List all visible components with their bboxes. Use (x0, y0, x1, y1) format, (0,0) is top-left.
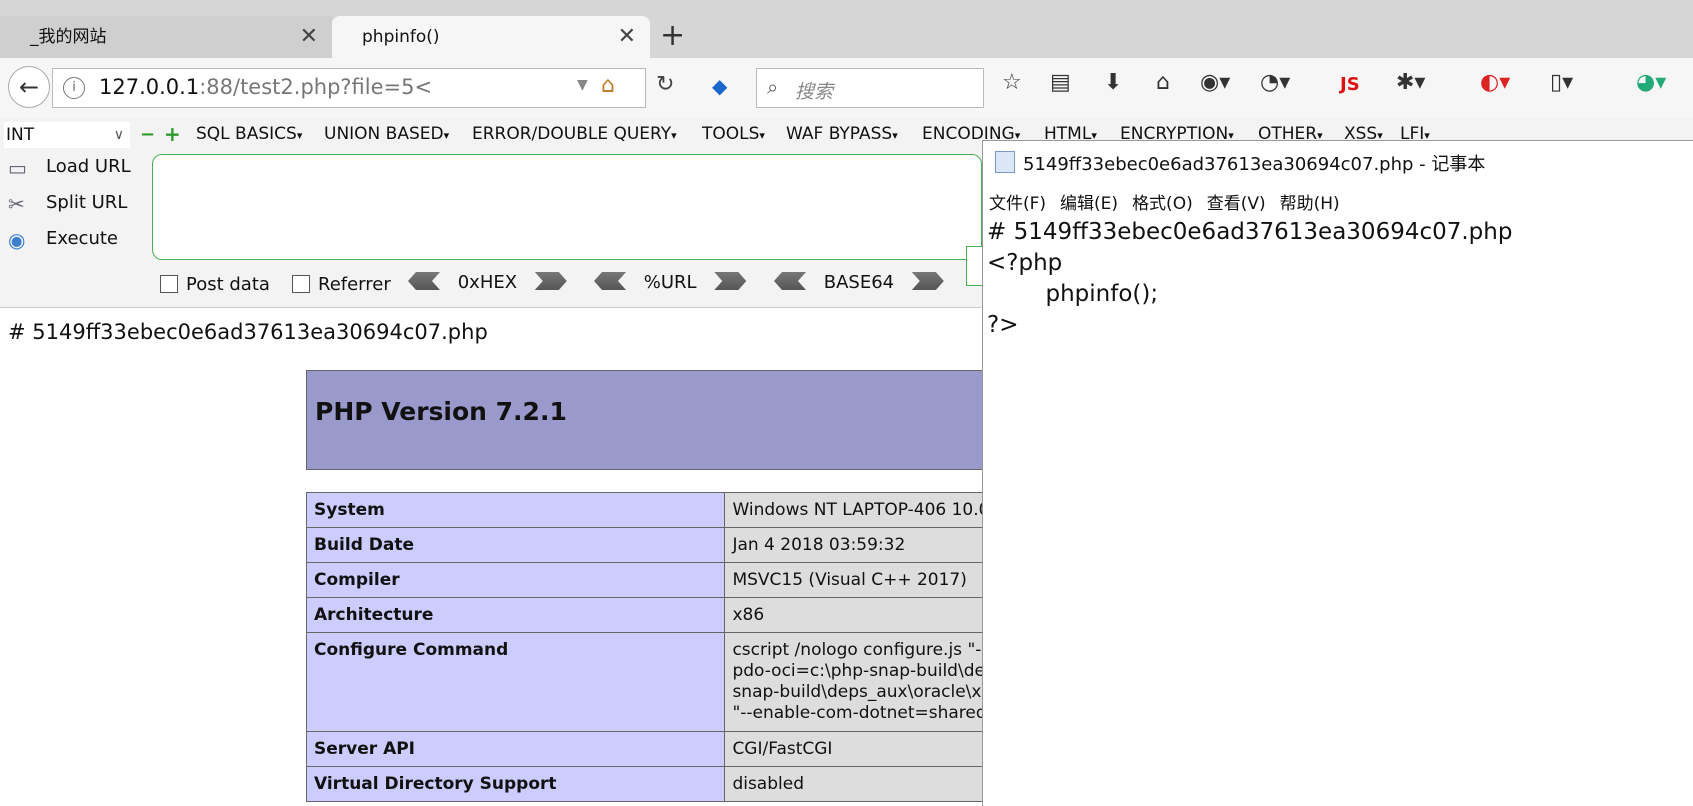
tab-my-site[interactable]: _我的网站 ✕ (0, 16, 332, 58)
left-arrow-icon[interactable] (594, 272, 626, 290)
menu-file[interactable]: 文件(F) (989, 194, 1046, 214)
bug-icon[interactable]: ✱▾ (1396, 70, 1425, 95)
phpinfo-table: System Windows NT LAPTOP-406 10.0 Build D… (305, 492, 1006, 802)
post-data-checkbox[interactable]: Post data (160, 274, 270, 295)
reading-list-icon[interactable]: ▤ (1050, 70, 1071, 95)
window-title: 5149ff33ebec0e6ad37613ea30694c07.php - 记… (1023, 154, 1486, 175)
hex-encoder: 0xHEX (408, 272, 567, 293)
plus-icon[interactable]: + (164, 122, 181, 146)
new-tab-icon[interactable]: + (660, 18, 685, 53)
tab-bar: _我的网站 ✕ phpinfo() ✕ + (0, 0, 1693, 58)
tab-phpinfo[interactable]: phpinfo() ✕ (332, 16, 650, 58)
scissors-icon: ✂ (8, 192, 25, 216)
table-row: Compiler MSVC15 (Visual C++ 2017) (305, 562, 1006, 598)
menu-edit[interactable]: 编辑(E) (1060, 194, 1118, 214)
reload-icon[interactable]: ↻ (656, 72, 674, 97)
table-row: Architecture x86 (305, 597, 1006, 633)
tab-label: _我的网站 (30, 27, 107, 47)
home-icon[interactable]: ⌂ (1156, 70, 1170, 95)
php-version-title: PHP Version 7.2.1 (315, 397, 567, 426)
play-icon: ◉ (8, 228, 26, 252)
left-arrow-icon[interactable] (774, 272, 806, 290)
page-header: # 5149ff33ebec0e6ad37613ea30694c07.php (8, 320, 488, 344)
chrome-icon[interactable]: ◕▾ (1636, 70, 1666, 95)
notepad-window: 5149ff33ebec0e6ad37613ea30694c07.php - 记… (982, 140, 1693, 806)
bird-icon[interactable]: ◆ (712, 74, 727, 98)
notepad-titlebar[interactable]: 5149ff33ebec0e6ad37613ea30694c07.php - 记… (983, 141, 1693, 185)
menu-error-double-query[interactable]: ERROR/DOUBLE QUERY (472, 124, 677, 144)
table-row: Build Date Jan 4 2018 03:59:32 (305, 527, 1006, 563)
download-icon[interactable]: ⬇ (1104, 70, 1122, 95)
table-row: System Windows NT LAPTOP-406 10.0 (305, 492, 1006, 528)
close-icon[interactable]: ✕ (300, 16, 318, 58)
chevron-down-icon: ∨ (113, 127, 124, 143)
notepad-icon (995, 151, 1015, 173)
nav-bar: ← i 127.0.0.1:88/test2.php?file=5< ▼ ⌂ ↻… (0, 58, 1693, 118)
minus-icon[interactable]: − (140, 124, 155, 145)
table-row: Virtual Directory Support disabled (305, 766, 1006, 802)
search-icon: ⌕ (767, 75, 779, 99)
globe-icon[interactable]: ◉▾ (1200, 70, 1230, 95)
notepad-text-area[interactable]: # 5149ff33ebec0e6ad37613ea30694c07.php <… (987, 217, 1512, 341)
table-row: Server API CGI/FastCGI (305, 731, 1006, 767)
url-textarea[interactable] (152, 154, 982, 260)
menu-view[interactable]: 查看(V) (1207, 194, 1266, 214)
int-select[interactable]: INT ∨ (4, 122, 130, 148)
execute-button[interactable]: ◉ Execute (8, 226, 148, 256)
search-placeholder: 搜索 (795, 81, 834, 103)
right-arrow-icon[interactable] (534, 272, 567, 290)
redbug-icon[interactable]: ◐▾ (1480, 70, 1510, 95)
load-url-icon: ▭ (8, 156, 27, 180)
home-icon[interactable]: ⌂ (601, 73, 615, 98)
menu-waf-bypass[interactable]: WAF BYPASS (786, 124, 898, 144)
menu-union-based[interactable]: UNION BASED (324, 124, 449, 144)
menu-help[interactable]: 帮助(H) (1280, 194, 1340, 214)
left-arrow-icon[interactable] (408, 272, 440, 290)
right-arrow-icon[interactable] (714, 272, 747, 290)
search-input[interactable]: ⌕ 搜索 (756, 68, 984, 108)
url-bar[interactable]: i 127.0.0.1:88/test2.php?file=5< ▼ ⌂ (52, 68, 646, 108)
close-icon[interactable]: ✕ (618, 16, 636, 58)
back-arrow-icon[interactable]: ← (8, 66, 50, 108)
notepad-menubar: 文件(F) 编辑(E) 格式(O) 查看(V) 帮助(H) (989, 189, 1354, 214)
bookmark-star-icon[interactable]: ☆ (1002, 70, 1022, 95)
url-encoder: %URL (594, 272, 747, 293)
base64-encoder: BASE64 (774, 272, 944, 293)
js-icon[interactable]: JS (1340, 74, 1360, 95)
menu-format[interactable]: 格式(O) (1132, 194, 1193, 214)
screenshot-icon[interactable]: ▯▾ (1550, 70, 1573, 95)
palette-icon[interactable]: ◔▾ (1260, 70, 1290, 95)
tab-label: phpinfo() (362, 27, 440, 47)
dropdown-arrow-icon[interactable]: ▼ (577, 77, 588, 93)
php-header-box: PHP Version 7.2.1 (306, 370, 1006, 470)
split-url-button[interactable]: ✂ Split URL (8, 190, 148, 220)
info-icon[interactable]: i (63, 77, 85, 99)
table-row: Configure Command cscript /nologo configu… (305, 632, 1006, 732)
right-arrow-icon[interactable] (911, 272, 944, 290)
menu-tools[interactable]: TOOLS (702, 124, 765, 144)
url-text[interactable]: 127.0.0.1:88/test2.php?file=5< (99, 75, 432, 99)
referrer-checkbox[interactable]: Referrer (292, 274, 391, 295)
menu-sql-basics[interactable]: SQL BASICS (196, 124, 302, 144)
load-url-button[interactable]: ▭ Load URL (8, 154, 148, 184)
